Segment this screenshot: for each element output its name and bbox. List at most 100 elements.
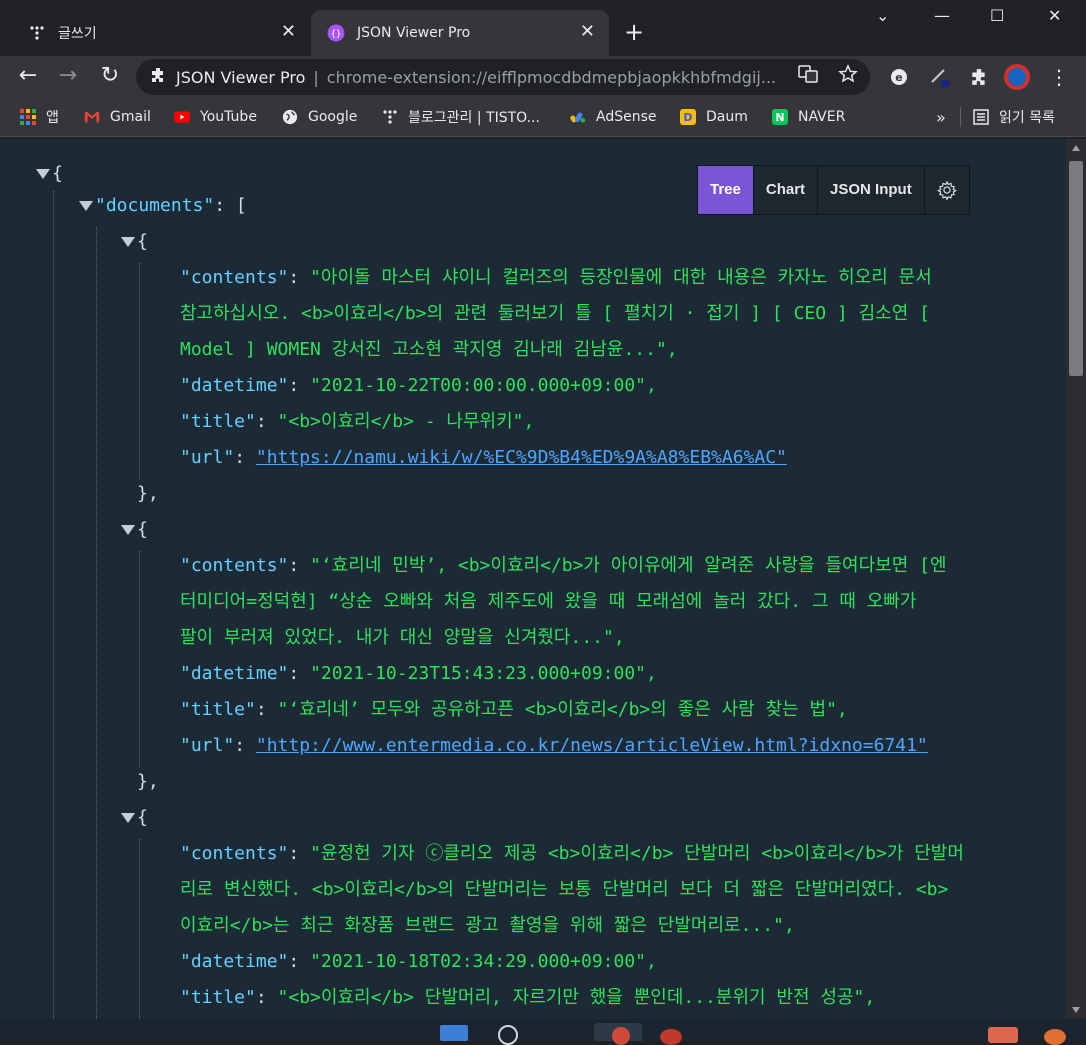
bookmarks-more-button[interactable]: » bbox=[936, 98, 946, 136]
json-string-value: 참고하십시오. <b>이효리</b>의 관련 둘러보기 틀 [ 펼치기 · 접기… bbox=[180, 303, 930, 324]
json-string-value: 터미디어=정덕현] “상순 오빠와 처음 제주도에 왔을 때 모래섬에 놀러 갔… bbox=[180, 591, 917, 612]
vertical-scrollbar[interactable] bbox=[1066, 139, 1086, 1019]
tab-strip: 글쓰기 ✕ {} JSON Viewer Pro ✕ + ⌄ — ☐ ✕ bbox=[0, 0, 1086, 56]
scroll-up-arrow-icon[interactable] bbox=[1072, 145, 1080, 151]
json-string-value: "‘효리네’ 모두와 공유하고픈 <b>이효리</b>의 좋은 사람 찾는 법"… bbox=[277, 699, 848, 720]
json-string-value: "아이돌 마스터 샤이니 컬러즈의 등장인물에 대한 내용은 카자노 히오리 문… bbox=[310, 267, 932, 288]
scroll-thumb[interactable] bbox=[1069, 161, 1083, 376]
tree-view-button[interactable]: Tree bbox=[698, 166, 754, 214]
extension-e-icon[interactable]: e bbox=[884, 62, 914, 92]
taskbar-app-icon[interactable] bbox=[1044, 1029, 1066, 1045]
forward-button[interactable]: → bbox=[54, 62, 82, 90]
maximize-button[interactable]: ☐ bbox=[990, 6, 1004, 25]
json-key: "datetime" bbox=[180, 375, 289, 396]
json-key: "title" bbox=[180, 987, 256, 1008]
profile-avatar[interactable] bbox=[1002, 62, 1032, 92]
json-entry-contents-cont: 팔이 부러져 있었다. 내가 대신 양말을 신겨줬다...", bbox=[0, 620, 1066, 656]
svg-text:{}: {} bbox=[331, 30, 342, 40]
new-tab-button[interactable]: + bbox=[624, 18, 644, 46]
bookmark-star-icon[interactable] bbox=[838, 64, 858, 89]
json-key: "datetime" bbox=[180, 663, 289, 684]
close-brace: }, bbox=[137, 483, 159, 504]
bookmark-tistory[interactable]: 블로그관리 | TISTO... bbox=[382, 98, 540, 136]
json-entry-contents: "contents": "아이돌 마스터 샤이니 컬러즈의 등장인물에 대한 내… bbox=[0, 260, 1066, 296]
bookmark-gmail[interactable]: Gmail bbox=[84, 98, 151, 136]
scroll-down-arrow-icon[interactable] bbox=[1072, 1007, 1080, 1013]
collapse-toggle-icon[interactable] bbox=[36, 169, 50, 179]
close-icon[interactable]: ✕ bbox=[580, 22, 595, 42]
reload-button[interactable]: ↻ bbox=[96, 62, 124, 90]
collapse-toggle-icon[interactable] bbox=[79, 201, 93, 211]
close-window-button[interactable]: ✕ bbox=[1048, 6, 1061, 25]
back-button[interactable]: ← bbox=[14, 62, 42, 90]
translate-icon[interactable] bbox=[798, 64, 818, 89]
collapse-toggle-icon[interactable] bbox=[121, 525, 135, 535]
tab-write[interactable]: 글쓰기 ✕ bbox=[0, 10, 310, 56]
collapse-toggle-icon[interactable] bbox=[121, 813, 135, 823]
bookmark-adsense[interactable]: AdSense bbox=[570, 98, 657, 136]
json-key: "title" bbox=[180, 699, 256, 720]
globe-icon bbox=[282, 109, 298, 125]
bookmark-label: Gmail bbox=[110, 109, 151, 125]
colon: : bbox=[288, 843, 311, 864]
json-string-value: "2021-10-23T15:43:23.000+09:00", bbox=[310, 663, 657, 684]
json-entry-contents-cont: Model ] WOMEN 강서진 고소현 곽지영 김나래 김남윤...", bbox=[0, 332, 1066, 368]
menu-icon[interactable]: ⋮ bbox=[1044, 62, 1074, 92]
json-entry-contents-cont: 리로 변신했다. <b>이효리</b>의 단발머리는 보통 단발머리 보다 더 … bbox=[0, 872, 1066, 908]
chart-view-button[interactable]: Chart bbox=[754, 166, 819, 214]
chrome-taskbar-icon[interactable] bbox=[612, 1027, 630, 1045]
open-bracket: [ bbox=[235, 195, 247, 216]
bookmark-naver[interactable]: N NAVER bbox=[772, 98, 845, 136]
json-entry-contents-cont: 이효리</b>는 최근 화장품 브랜드 광고 촬영을 위해 짧은 단발머리로..… bbox=[0, 908, 1066, 944]
bookmark-label: 블로그관리 | TISTO... bbox=[408, 110, 540, 126]
reading-list-button[interactable]: 읽기 목록 bbox=[960, 98, 1055, 136]
settings-gear-icon[interactable] bbox=[925, 166, 969, 214]
extension-pen-icon[interactable] bbox=[924, 62, 954, 92]
json-key: "url" bbox=[180, 735, 235, 756]
tab-search-button[interactable]: ⌄ bbox=[876, 6, 889, 25]
bookmark-youtube[interactable]: YouTube bbox=[174, 98, 257, 136]
open-brace: { bbox=[137, 231, 148, 252]
adsense-icon bbox=[570, 109, 586, 125]
collapse-toggle-icon[interactable] bbox=[121, 237, 135, 247]
json-string-value: 팔이 부러져 있었다. 내가 대신 양말을 신겨줬다...", bbox=[180, 627, 625, 648]
colon: : bbox=[255, 987, 278, 1008]
colon: : bbox=[255, 699, 278, 720]
tistory-icon bbox=[28, 24, 46, 42]
bookmark-label: 앱 bbox=[46, 110, 59, 126]
colon: : bbox=[288, 663, 311, 684]
json-url-link[interactable]: "http://www.entermedia.co.kr/news/articl… bbox=[256, 735, 928, 756]
bookmark-apps[interactable]: 앱 bbox=[20, 98, 59, 136]
tab-title: JSON Viewer Pro bbox=[357, 25, 471, 41]
json-object-open: { bbox=[0, 800, 1066, 836]
browser-toolbar: ← → ↻ JSON Viewer Pro | chrome-extension… bbox=[0, 56, 1086, 98]
taskbar-app-icon[interactable] bbox=[660, 1029, 682, 1045]
json-string-value: 리로 변신했다. <b>이효리</b>의 단발머리는 보통 단발머리 보다 더 … bbox=[180, 879, 949, 900]
open-brace: { bbox=[52, 163, 63, 184]
bookmark-daum[interactable]: D Daum bbox=[680, 98, 748, 136]
json-object-close: }, bbox=[0, 476, 1066, 512]
json-entry-datetime: "datetime": "2021-10-23T15:43:23.000+09:… bbox=[0, 656, 1066, 692]
extensions-icon[interactable] bbox=[964, 62, 994, 92]
tab-json-viewer[interactable]: {} JSON Viewer Pro ✕ bbox=[311, 10, 609, 56]
colon: : bbox=[288, 375, 311, 396]
json-entry-contents: "contents": "‘효리네 민박’, <b>이효리</b>가 아이유에게… bbox=[0, 548, 1066, 584]
open-brace: { bbox=[137, 519, 148, 540]
json-entry-title: "title": "<b>이효리</b> - 나무위키", bbox=[0, 404, 1066, 440]
json-input-button[interactable]: JSON Input bbox=[818, 166, 925, 214]
json-string-value: 이효리</b>는 최근 화장품 브랜드 광고 촬영을 위해 짧은 단발머리로..… bbox=[180, 915, 795, 936]
bookmark-label: AdSense bbox=[596, 109, 657, 125]
json-object-open: { bbox=[0, 512, 1066, 548]
bookmark-google[interactable]: Google bbox=[282, 98, 357, 136]
close-icon[interactable]: ✕ bbox=[281, 22, 296, 42]
url-text: chrome-extension://eifflpmocdbdmepbjaopk… bbox=[326, 67, 777, 87]
search-icon[interactable] bbox=[498, 1025, 518, 1045]
json-url-link[interactable]: "https://namu.wiki/w/%EC%9D%B4%ED%9A%A8%… bbox=[256, 447, 787, 468]
naver-icon: N bbox=[772, 109, 788, 125]
json-viewer-page: { "documents": [ { "contents": "아이돌 마스터 … bbox=[0, 139, 1066, 1019]
address-bar[interactable]: JSON Viewer Pro | chrome-extension://eif… bbox=[136, 59, 870, 95]
reading-list-icon bbox=[973, 109, 989, 125]
minimize-button[interactable]: — bbox=[934, 6, 950, 25]
colon: : bbox=[234, 447, 256, 468]
windows-start-icon[interactable] bbox=[440, 1025, 468, 1041]
